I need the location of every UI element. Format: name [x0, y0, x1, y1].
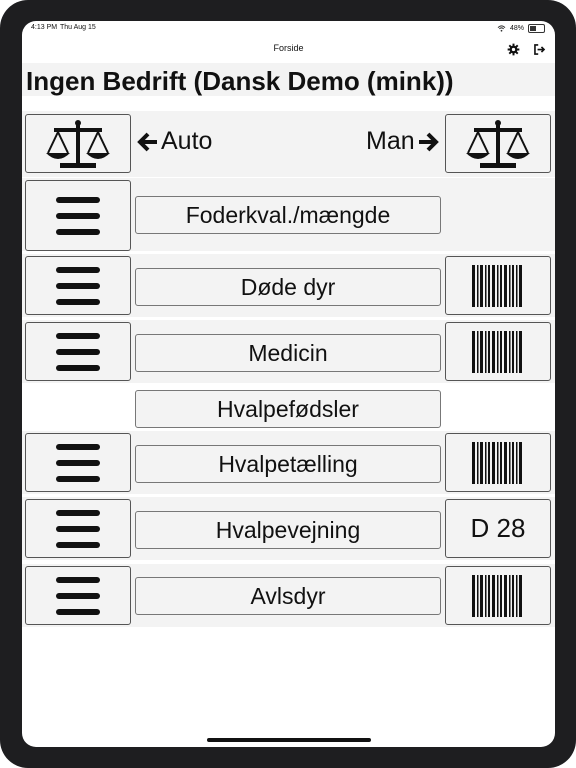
menu-row: Hvalpevejning D 28 — [22, 497, 555, 560]
day-button[interactable]: D 28 — [445, 499, 551, 558]
screen: 4:13 PM Thu Aug 15 48% Forside Ingen Bed… — [22, 21, 555, 747]
scale-icon — [46, 119, 110, 168]
barcode-button[interactable] — [445, 256, 551, 315]
battery-icon — [528, 24, 545, 33]
menu-icon — [56, 332, 100, 371]
menu-button[interactable] — [25, 322, 131, 381]
status-date: Thu Aug 15 — [60, 24, 96, 31]
menu-row: Avlsdyr — [22, 564, 555, 627]
barcode-icon — [472, 441, 522, 484]
scale-auto-button[interactable] — [25, 114, 131, 173]
wifi-icon — [497, 25, 506, 32]
logout-icon[interactable] — [531, 41, 547, 57]
home-indicator[interactable] — [207, 738, 371, 742]
arrow-left-icon — [137, 132, 157, 151]
menu-row: Døde dyr — [22, 254, 555, 317]
auto-indicator: Auto — [137, 127, 212, 156]
barcode-button[interactable] — [445, 566, 551, 625]
menu-button[interactable] — [25, 180, 131, 251]
barcode-button[interactable] — [445, 433, 551, 492]
auto-label: Auto — [161, 127, 213, 155]
man-label: Man — [366, 127, 415, 155]
menu-icon — [56, 196, 100, 235]
menu-row: Hvalpefødsler — [22, 385, 555, 431]
row-label-button[interactable]: Hvalpevejning — [135, 511, 441, 549]
page-title: Ingen Bedrift (Dansk Demo (mink)) — [26, 66, 454, 96]
arrow-right-icon — [418, 132, 439, 151]
menu-row: Medicin — [22, 320, 555, 383]
row-label-button[interactable]: Hvalpefødsler — [135, 390, 441, 428]
menu-button[interactable] — [25, 433, 131, 492]
gear-icon[interactable] — [505, 41, 521, 57]
company-header: Ingen Bedrift (Dansk Demo (mink)) — [22, 63, 555, 96]
navigation-bar: Forside — [22, 37, 555, 63]
device-frame: 4:13 PM Thu Aug 15 48% Forside Ingen Bed… — [0, 0, 576, 768]
menu-button[interactable] — [25, 256, 131, 315]
menu-icon — [56, 266, 100, 305]
menu-icon — [56, 576, 100, 615]
status-bar: 4:13 PM Thu Aug 15 48% — [22, 21, 555, 37]
nav-title: Forside — [273, 43, 304, 53]
menu-row: Hvalpetælling — [22, 431, 555, 494]
scale-man-button[interactable] — [445, 114, 551, 173]
status-right: 48% — [497, 24, 545, 33]
status-time: 4:13 PM — [31, 24, 58, 31]
barcode-icon — [472, 264, 522, 307]
row-label-button[interactable]: Avlsdyr — [135, 577, 441, 615]
barcode-icon — [472, 574, 522, 617]
barcode-button[interactable] — [445, 322, 551, 381]
row-label-button[interactable]: Hvalpetælling — [135, 445, 441, 483]
man-indicator: Man — [366, 127, 439, 156]
row-label-button[interactable]: Foderkval./mængde — [135, 196, 441, 234]
row-label-button[interactable]: Medicin — [135, 334, 441, 372]
menu-icon — [56, 509, 100, 548]
scale-row: Auto Man — [22, 111, 555, 177]
menu-button[interactable] — [25, 566, 131, 625]
scale-icon — [466, 119, 530, 168]
barcode-icon — [472, 330, 522, 373]
menu-button[interactable] — [25, 499, 131, 558]
row-label-button[interactable]: Døde dyr — [135, 268, 441, 306]
menu-row: Foderkval./mængde — [22, 178, 555, 251]
menu-icon — [56, 443, 100, 482]
battery-percent: 48% — [509, 25, 524, 32]
